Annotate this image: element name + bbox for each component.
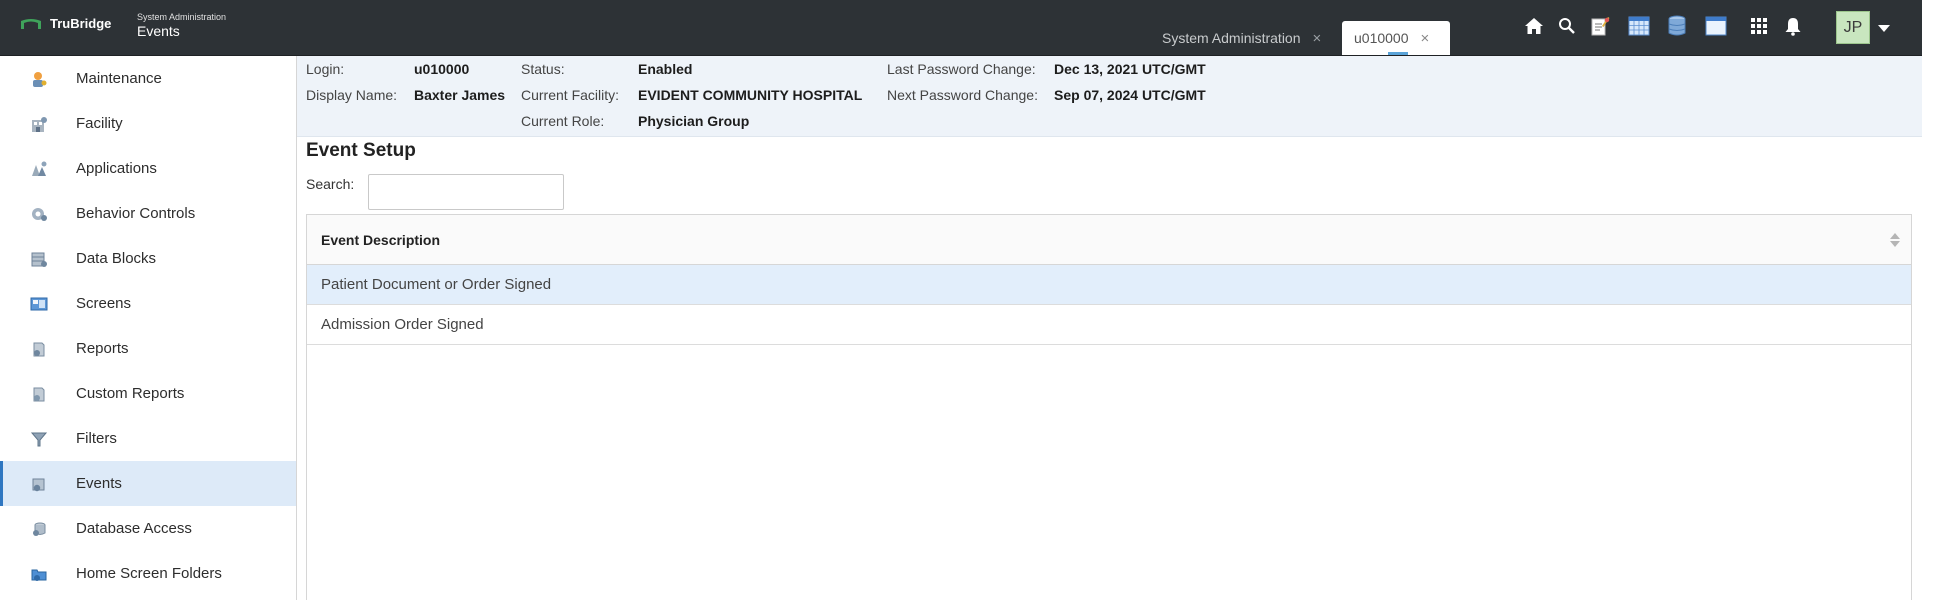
login-label: Login:: [306, 61, 345, 77]
sidebar-item-custom-reports[interactable]: Custom Reports: [0, 371, 296, 416]
current-facility-value: EVIDENT COMMUNITY HOSPITAL: [638, 87, 863, 103]
sidebar: Maintenance Facility Applications Behavi…: [0, 56, 297, 601]
breadcrumb: System Administration Events: [137, 12, 226, 40]
window-edge: [0, 600, 1936, 612]
search-icon[interactable]: [1555, 14, 1579, 38]
sidebar-item-label: Applications: [76, 160, 157, 177]
display-name-label: Display Name:: [306, 87, 398, 103]
sidebar-item-label: Facility: [76, 115, 123, 132]
event-table: Event Description Patient Document or Or…: [306, 214, 1912, 604]
applications-icon: [30, 160, 48, 178]
behavior-controls-icon: [30, 205, 48, 223]
close-icon[interactable]: ×: [1421, 30, 1430, 47]
home-screen-folders-icon: [30, 565, 48, 583]
sidebar-item-facility[interactable]: Facility: [0, 101, 296, 146]
sidebar-item-label: Filters: [76, 430, 117, 447]
column-header-event-description[interactable]: Event Description: [307, 215, 1911, 265]
data-blocks-icon: [30, 250, 48, 268]
facility-icon: [30, 115, 48, 133]
table-row[interactable]: Patient Document or Order Signed: [307, 265, 1911, 305]
sidebar-item-label: Behavior Controls: [76, 205, 196, 222]
breadcrumb-page: Events: [137, 23, 180, 39]
sidebar-item-events[interactable]: Events: [0, 461, 296, 506]
brand-name: TruBridge: [50, 16, 112, 31]
sidebar-item-data-blocks[interactable]: Data Blocks: [0, 236, 296, 281]
top-navigation-bar: TruBridge System Administration Events S…: [0, 0, 1922, 56]
screens-icon: [30, 295, 48, 313]
sort-icon[interactable]: [1889, 231, 1901, 249]
sidebar-item-label: Reports: [76, 340, 129, 357]
sidebar-item-label: Data Blocks: [76, 250, 157, 267]
tab-system-administration[interactable]: System Administration ×: [1150, 21, 1340, 55]
current-role-value: Physician Group: [638, 113, 750, 129]
database-icon[interactable]: [1665, 14, 1689, 38]
events-icon: [30, 475, 48, 493]
filters-icon: [30, 430, 48, 448]
next-password-change-value: Sep 07, 2024 UTC/GMT: [1054, 87, 1206, 103]
sidebar-item-filters[interactable]: Filters: [0, 416, 296, 461]
last-password-change-value: Dec 13, 2021 UTC/GMT: [1054, 61, 1206, 77]
window-edge: [1922, 0, 1936, 612]
column-header-label: Event Description: [321, 232, 441, 248]
active-tab-indicator: [1388, 52, 1408, 55]
sidebar-item-reports[interactable]: Reports: [0, 326, 296, 371]
database-access-icon: [30, 520, 48, 538]
table-row[interactable]: Admission Order Signed: [307, 305, 1911, 345]
user-info-panel: Login: u010000 Display Name: Baxter Jame…: [297, 56, 1922, 137]
brand[interactable]: TruBridge: [20, 16, 111, 31]
sidebar-item-label: Maintenance: [76, 70, 162, 87]
event-description-cell: Patient Document or Order Signed: [321, 276, 552, 293]
status-label: Status:: [521, 61, 565, 77]
notepad-icon[interactable]: [1588, 14, 1612, 38]
sidebar-item-screens[interactable]: Screens: [0, 281, 296, 326]
sidebar-item-applications[interactable]: Applications: [0, 146, 296, 191]
sidebar-item-database-access[interactable]: Database Access: [0, 506, 296, 551]
search-label: Search:: [306, 176, 355, 192]
tab-label: System Administration: [1162, 30, 1301, 46]
avatar[interactable]: JP: [1836, 11, 1870, 44]
trubridge-logo-icon: [21, 18, 41, 29]
maintenance-icon: [30, 70, 48, 88]
tab-label: u010000: [1354, 30, 1409, 46]
bell-icon[interactable]: [1781, 14, 1805, 38]
sidebar-item-label: Screens: [76, 295, 132, 312]
custom-reports-icon: [30, 385, 48, 403]
current-role-label: Current Role:: [521, 113, 605, 129]
tab-u010000[interactable]: u010000 ×: [1342, 21, 1450, 55]
search-input[interactable]: [368, 174, 564, 210]
breadcrumb-section: System Administration: [137, 12, 227, 22]
current-facility-label: Current Facility:: [521, 87, 620, 103]
event-description-cell: Admission Order Signed: [321, 316, 484, 333]
sidebar-item-maintenance[interactable]: Maintenance: [0, 56, 296, 101]
status-value: Enabled: [638, 61, 693, 77]
sidebar-item-label: Custom Reports: [76, 385, 185, 402]
sidebar-item-label: Events: [76, 475, 122, 492]
close-icon[interactable]: ×: [1313, 30, 1322, 47]
apps-grid-icon[interactable]: [1747, 14, 1771, 38]
chevron-down-icon[interactable]: [1878, 25, 1890, 32]
window-icon[interactable]: [1704, 14, 1728, 38]
calendar-grid-icon[interactable]: [1627, 14, 1651, 38]
sidebar-item-behavior-controls[interactable]: Behavior Controls: [0, 191, 296, 236]
sidebar-item-label: Database Access: [76, 520, 192, 537]
page-title: Event Setup: [306, 140, 416, 161]
login-value: u010000: [414, 61, 470, 77]
display-name-value: Baxter James: [414, 87, 506, 103]
next-password-change-label: Next Password Change:: [887, 87, 1038, 103]
sidebar-item-label: Home Screen Folders: [76, 565, 222, 582]
reports-icon: [30, 340, 48, 358]
home-icon[interactable]: [1522, 14, 1546, 38]
last-password-change-label: Last Password Change:: [887, 61, 1036, 77]
sidebar-item-home-screen-folders[interactable]: Home Screen Folders: [0, 551, 296, 596]
